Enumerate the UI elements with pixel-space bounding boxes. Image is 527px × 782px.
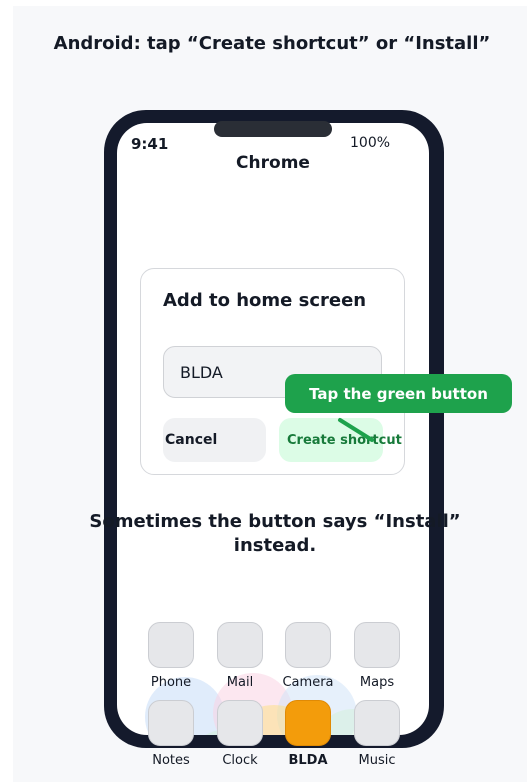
- notes-app-icon[interactable]: [148, 700, 194, 746]
- app-label-music: Music: [358, 753, 396, 768]
- callout-bubble: Tap the green button: [285, 374, 512, 413]
- app-label-clock: Clock: [222, 753, 258, 768]
- camera-app-icon[interactable]: [285, 622, 331, 668]
- phone-app-icon[interactable]: [148, 622, 194, 668]
- app-label-notes: Notes: [152, 753, 190, 768]
- app-label-mail: Mail: [226, 675, 254, 690]
- create-shortcut-button[interactable]: Create shortcut: [279, 418, 402, 462]
- app-label-blda: BLDA: [288, 753, 328, 768]
- mail-app-icon[interactable]: [217, 622, 263, 668]
- app-label-phone: Phone: [150, 675, 192, 690]
- create-shortcut-button-label: Create shortcut: [287, 432, 402, 448]
- instruction-heading: Android: tap “Create shortcut” or “Insta…: [53, 33, 491, 54]
- music-app-icon[interactable]: [354, 700, 400, 746]
- maps-app-icon[interactable]: [354, 622, 400, 668]
- cancel-button-label: Cancel: [165, 432, 218, 448]
- app-label-maps: Maps: [359, 675, 395, 690]
- phone-notch: [214, 121, 332, 137]
- clock-app-icon[interactable]: [217, 700, 263, 746]
- blda-app-icon[interactable]: [285, 700, 331, 746]
- status-battery: 100%: [350, 135, 391, 151]
- install-note: Sometimes the button says “Install” inst…: [89, 511, 461, 556]
- dialog-title: Add to home screen: [163, 290, 367, 311]
- status-time: 9:41: [131, 135, 169, 153]
- browser-title: Chrome: [236, 153, 310, 173]
- cancel-button[interactable]: Cancel: [163, 418, 266, 462]
- app-label-camera: Camera: [282, 675, 334, 690]
